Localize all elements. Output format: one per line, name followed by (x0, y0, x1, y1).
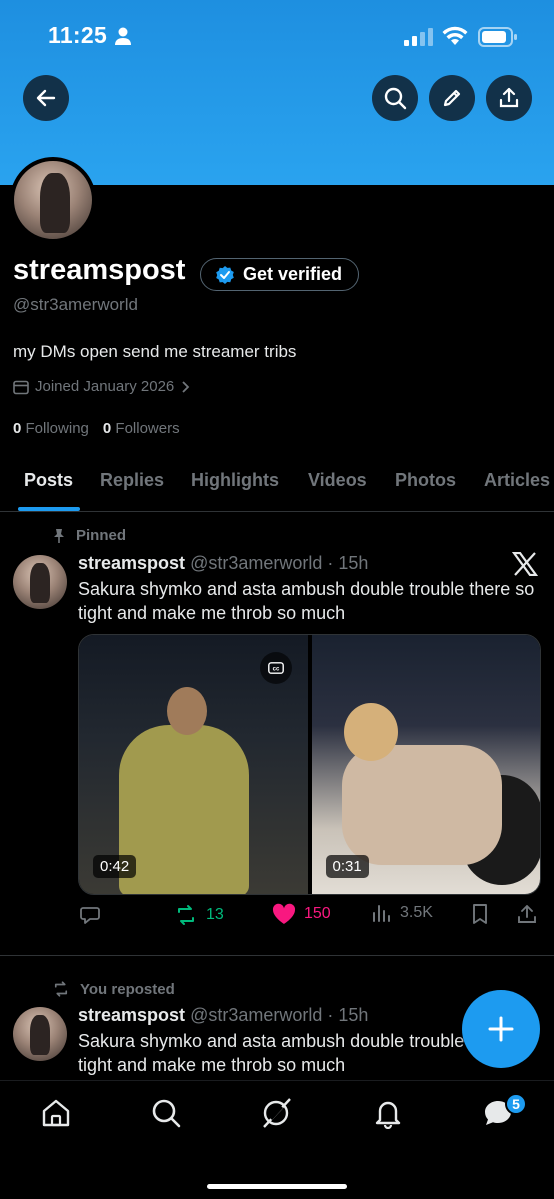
like-button[interactable]: 150 (272, 903, 331, 925)
repost-count: 13 (206, 906, 224, 923)
active-tab-indicator (18, 507, 80, 511)
video-figure (119, 725, 249, 894)
following-link[interactable]: 0 Following (13, 420, 89, 437)
cellular-signal-icon (404, 28, 433, 46)
bottom-nav (0, 1080, 554, 1199)
views-count: 3.5K (400, 904, 433, 921)
cc-icon[interactable]: cc (260, 652, 292, 684)
profile-handle: @str3amerworld (13, 295, 138, 314)
wifi-icon (442, 26, 468, 45)
heart-icon (272, 903, 296, 924)
pinned-label: Pinned (52, 527, 126, 544)
share-icon (518, 905, 536, 923)
pinned-text: Pinned (76, 527, 127, 544)
plus-icon (488, 1016, 514, 1042)
arrow-left-icon (36, 89, 56, 107)
repost-button[interactable]: 13 (174, 903, 224, 927)
share-icon (499, 87, 519, 108)
share-button[interactable] (486, 75, 532, 121)
status-bar: 11:25 (0, 0, 554, 72)
followers-label: Followers (115, 420, 180, 437)
tab-videos[interactable]: Videos (308, 470, 367, 491)
post-meta: @str3amerworld · 15h (190, 553, 369, 573)
video-figure-head (343, 703, 398, 761)
post-author[interactable]: streamspost (78, 553, 185, 573)
tab-posts[interactable]: Posts (24, 470, 73, 491)
svg-text:cc: cc (273, 667, 280, 673)
closed-captions-icon: cc (268, 662, 284, 674)
joined-date[interactable]: Joined January 2026 (13, 378, 190, 395)
home-icon[interactable] (40, 1097, 72, 1129)
home-indicator (207, 1184, 347, 1189)
verified-badge-icon (216, 265, 234, 284)
share-post-button[interactable] (516, 903, 538, 925)
pin-icon (54, 528, 64, 543)
repost-context: You reposted (52, 980, 175, 998)
search-icon[interactable] (150, 1097, 182, 1129)
following-label: Following (25, 420, 89, 437)
status-time: 11:25 (48, 22, 108, 48)
follow-stats: 0 Following 0 Followers (13, 420, 180, 437)
post-divider (0, 955, 554, 956)
video-figure (341, 745, 502, 865)
reply-button[interactable] (78, 903, 102, 927)
post-meta: @str3amerworld · 15h (190, 1005, 369, 1025)
video-duration: 0:42 (93, 855, 137, 878)
views-button[interactable]: 3.5K (372, 903, 433, 923)
views-icon (373, 905, 390, 922)
tab-articles[interactable]: Articles (484, 470, 550, 491)
joined-text: Joined January 2026 (35, 378, 175, 395)
profile-tabs: Posts Replies Highlights Videos Photos A… (0, 462, 554, 512)
tab-highlights[interactable]: Highlights (191, 470, 279, 491)
like-count: 150 (304, 905, 331, 922)
person-icon (115, 27, 131, 45)
bookmark-icon (473, 904, 487, 924)
video-thumbnail[interactable]: 0:31 (311, 635, 540, 894)
post-header: streamspost @str3amerworld · 15h (78, 553, 368, 574)
post-actions: 13 150 3.5K (78, 903, 544, 933)
messages-badge: 5 (505, 1093, 527, 1115)
bookmark-button[interactable] (470, 903, 490, 925)
post-author[interactable]: streamspost (78, 1005, 185, 1025)
video-figure-head (167, 687, 207, 735)
battery-icon (478, 27, 517, 47)
bell-icon[interactable] (372, 1097, 404, 1129)
get-verified-button[interactable]: Get verified (200, 258, 360, 291)
video-duration: 0:31 (325, 855, 369, 878)
repost-context-text: You reposted (80, 980, 175, 998)
reply-icon (80, 907, 100, 924)
edit-button[interactable] (429, 75, 475, 121)
video-thumbnail[interactable]: cc 0:42 (79, 635, 308, 894)
post-avatar[interactable] (13, 1007, 67, 1061)
tab-replies[interactable]: Replies (100, 470, 164, 491)
pencil-icon (443, 89, 461, 107)
followers-count: 0 (102, 420, 112, 437)
repost-icon (54, 981, 68, 997)
compose-button[interactable] (462, 990, 540, 1068)
back-button[interactable] (23, 75, 69, 121)
following-count: 0 (13, 420, 22, 437)
chevron-right-icon (182, 380, 190, 393)
post-text[interactable]: Sakura shymko and asta ambush double tro… (78, 577, 544, 625)
profile-bio: my DMs open send me streamer tribs (13, 342, 297, 361)
post-avatar[interactable] (13, 555, 67, 609)
tab-photos[interactable]: Photos (395, 470, 456, 491)
get-verified-label: Get verified (243, 264, 343, 284)
profile-avatar[interactable] (10, 157, 96, 243)
post-media: cc 0:42 0:31 (78, 634, 541, 895)
x-logo-icon (512, 552, 538, 576)
followers-link[interactable]: 0 Followers (103, 420, 180, 437)
calendar-icon (13, 380, 29, 394)
repost-icon (178, 905, 194, 925)
grok-icon[interactable] (260, 1097, 292, 1129)
display-name: streamspost (13, 254, 186, 286)
post-header: streamspost @str3amerworld · 15h (78, 1005, 368, 1026)
search-button[interactable] (372, 75, 418, 121)
search-icon (384, 87, 407, 110)
